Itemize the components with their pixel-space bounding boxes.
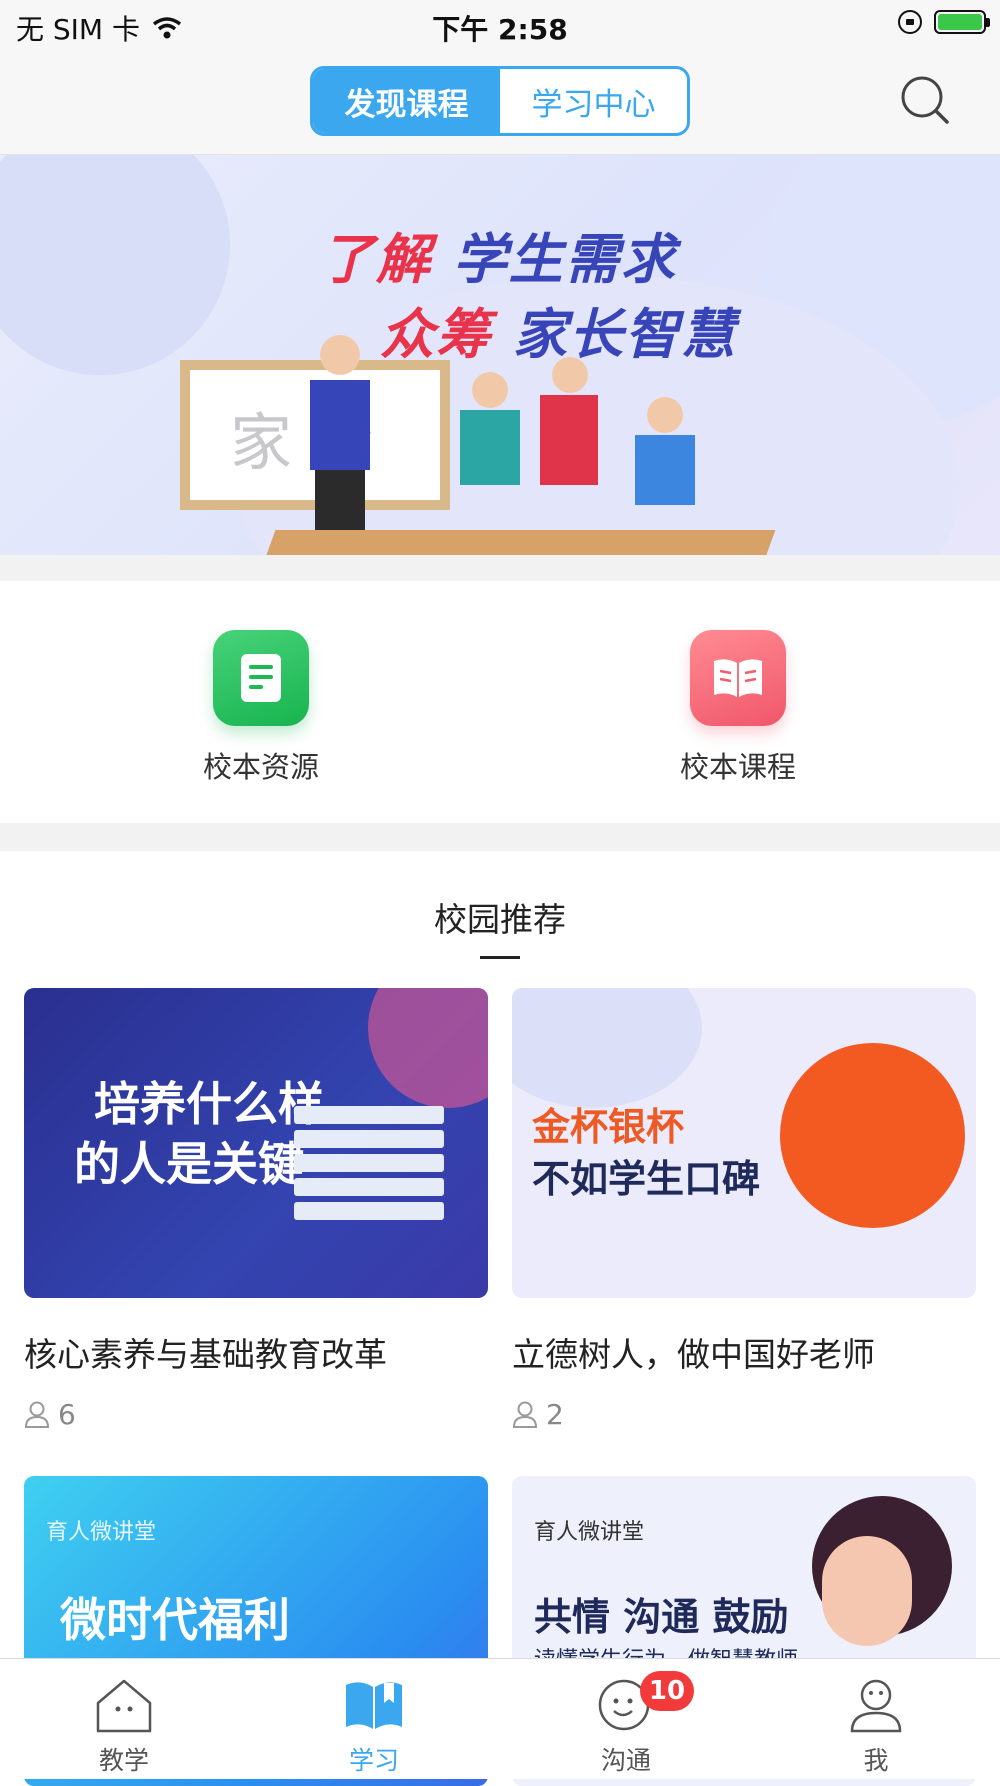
course-title: 核心素养与基础教育改革 (24, 1335, 387, 1374)
course-title: 立德树人，做中国好老师 (512, 1335, 875, 1374)
school-courses-button[interactable]: 校本课程 (638, 630, 838, 786)
books-illustration (294, 1106, 444, 1226)
clock: 下午 2:58 (432, 13, 568, 46)
top-nav: 发现课程 学习中心 (0, 50, 1000, 155)
section-underline (480, 956, 520, 959)
unread-badge: 10 (640, 1671, 694, 1711)
segmented-control: 发现课程 学习中心 (310, 66, 690, 136)
document-icon (213, 630, 309, 726)
open-book-icon (690, 630, 786, 726)
book-icon (346, 1682, 402, 1729)
rotation-lock-icon (898, 10, 922, 34)
school-resources-button[interactable]: 校本资源 (161, 630, 361, 786)
house-icon (96, 1679, 152, 1733)
participant-count: 6 (24, 1398, 488, 1431)
status-bar: 无 SIM 卡 下午 2:58 (0, 0, 1000, 50)
thumbs-up-illustration (780, 1043, 965, 1228)
status-icons (898, 10, 990, 34)
divider (0, 823, 1000, 851)
tab-communication[interactable]: 10 沟通 (556, 1671, 696, 1777)
banner-headline-1: 了解 学生需求 (320, 228, 677, 291)
tab-discover-courses[interactable]: 发现课程 (313, 69, 500, 133)
table-illustration (264, 530, 776, 555)
tab-learning[interactable]: 学习 (304, 1675, 444, 1777)
promo-banner[interactable]: 了解 学生需求 众筹 家长智慧 家 会 (0, 155, 1000, 555)
course-card[interactable]: 金杯银杯 不如学生口碑 立德树人，做中国好老师 2 (512, 988, 976, 1431)
course-thumbnail: 金杯银杯 不如学生口碑 (512, 988, 976, 1298)
tab-me[interactable]: 我 (806, 1675, 946, 1777)
course-thumbnail: 培养什么样 的人是关键 (24, 988, 488, 1298)
person-icon (850, 1679, 902, 1733)
section-title: 校园推荐 (434, 900, 566, 939)
search-icon[interactable] (897, 72, 957, 132)
participant-count: 2 (512, 1398, 976, 1431)
course-card[interactable]: 培养什么样 的人是关键 核心素养与基础教育改革 6 (24, 988, 488, 1431)
bottom-tab-bar: 教学 学习 10 沟通 我 (0, 1658, 1000, 1779)
school-resources-label: 校本资源 (202, 750, 319, 784)
person-icon (24, 1401, 50, 1428)
divider (0, 555, 1000, 581)
tab-learning-center[interactable]: 学习中心 (500, 69, 687, 133)
battery-icon (934, 10, 990, 34)
tab-teaching[interactable]: 教学 (54, 1675, 194, 1777)
school-courses-label: 校本课程 (679, 750, 796, 784)
people-illustration (310, 335, 695, 545)
person-icon (512, 1401, 538, 1428)
